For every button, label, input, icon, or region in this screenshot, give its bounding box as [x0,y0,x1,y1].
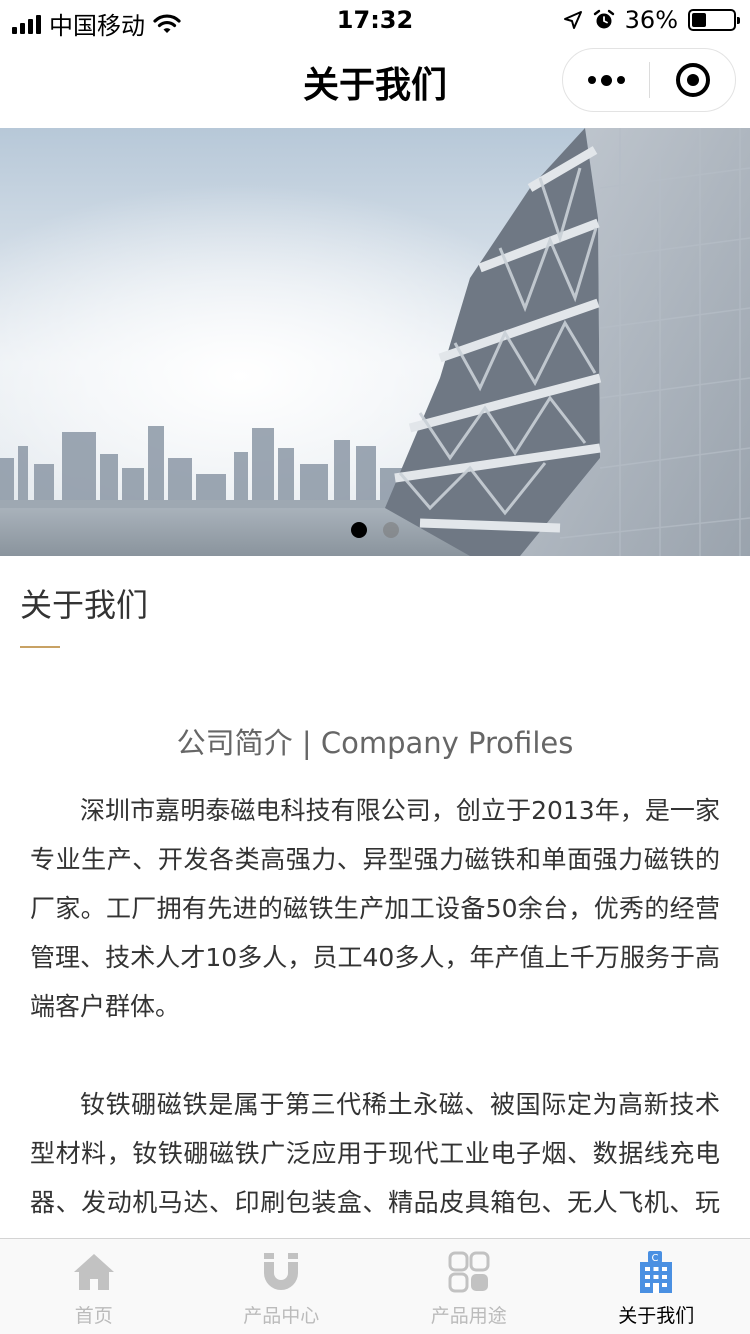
company-profile-subtitle: 公司简介 | Company Profiles [176,726,574,760]
tab-bar: 首页 产品中心 产品用途 C 关于我们 [0,1238,750,1334]
magnet-icon [258,1249,304,1295]
battery-level [692,13,707,27]
battery-percent: 36% [624,6,678,34]
section-title-underline [20,646,60,648]
tab-label: 产品用途 [430,1305,507,1327]
company-profile-text: 深圳市嘉明泰磁电科技有限公司，创立于2013年，是一家专业生产、开发各类高强力、… [30,786,720,1238]
alarm-icon [593,9,614,29]
target-icon [675,63,710,97]
banner-image [0,128,750,556]
building-icon: C [633,1249,679,1295]
carousel-dot[interactable] [383,522,399,538]
location-arrow-icon [563,11,582,29]
more-button[interactable] [563,49,649,111]
carousel-dot[interactable] [351,522,367,538]
home-icon [71,1249,117,1295]
profile-paragraph: 钕铁硼磁铁是属于第三代稀土永磁、被国际定为高新技术型材料，钕铁硼磁铁广泛应用于现… [30,1090,720,1238]
grid-icon [446,1249,492,1295]
tab-product-usage[interactable]: 产品用途 [375,1239,563,1334]
tab-label: 首页 [74,1305,113,1327]
status-bar: 中国移动 17:32 36% [0,0,750,40]
status-right: 36% [563,6,740,34]
miniprogram-capsule [562,48,736,112]
tab-label: 关于我们 [618,1305,695,1327]
carousel-indicators [0,522,750,538]
tab-home[interactable]: 首页 [0,1239,188,1334]
profile-paragraph: 深圳市嘉明泰磁电科技有限公司，创立于2013年，是一家专业生产、开发各类高强力、… [30,796,720,1021]
section-title: 关于我们 [20,586,149,624]
navigation-bar: 关于我们 [0,40,750,128]
banner-carousel[interactable] [0,128,750,556]
close-miniprogram-button[interactable] [650,49,735,111]
tab-product-center[interactable]: 产品中心 [188,1239,376,1334]
battery-icon [688,9,740,31]
tab-about-us[interactable]: C 关于我们 [563,1239,750,1334]
tab-label: 产品中心 [243,1305,320,1327]
